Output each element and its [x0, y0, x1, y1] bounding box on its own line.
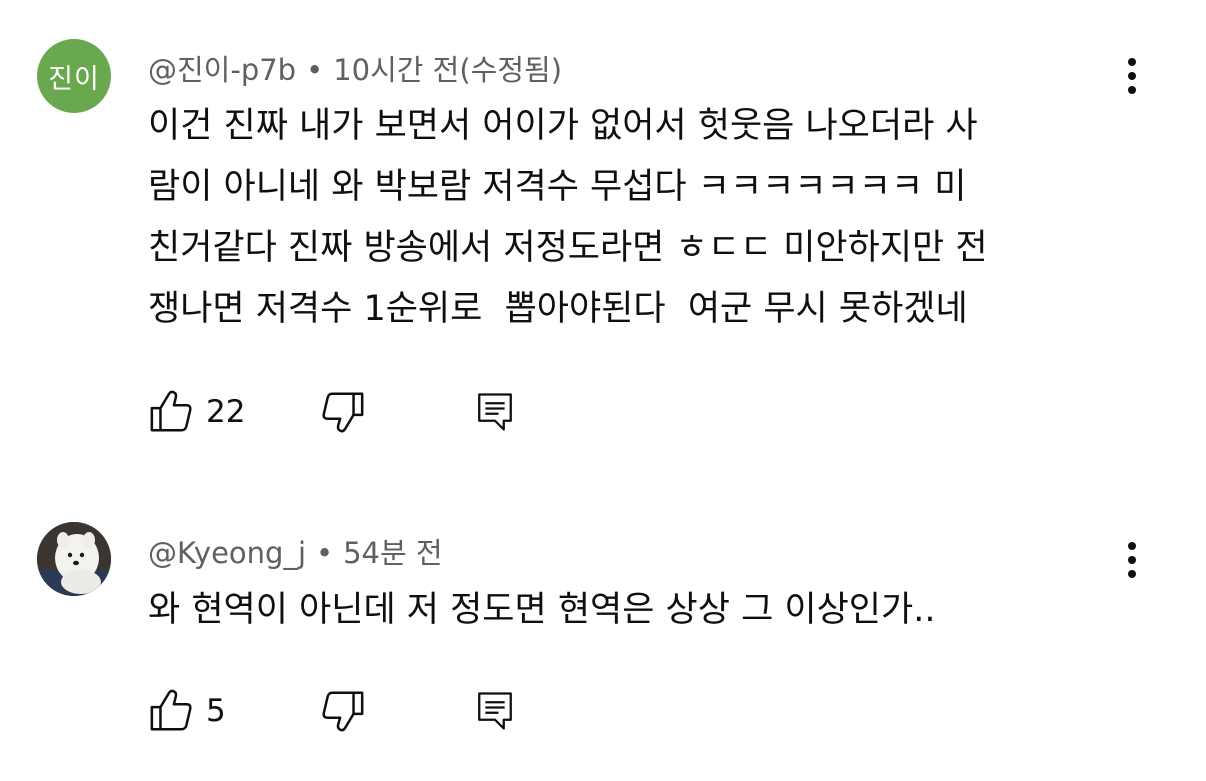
meta-separator: •	[316, 536, 334, 570]
reply-button[interactable]	[474, 685, 516, 737]
more-vertical-icon	[1126, 56, 1138, 96]
reply-button[interactable]	[474, 386, 516, 438]
like-count: 22	[206, 394, 246, 430]
avatar-initials: 진이	[48, 63, 100, 95]
dislike-button[interactable]	[320, 685, 366, 737]
more-options-button[interactable]	[1115, 538, 1149, 582]
avatar[interactable]: 진이	[37, 39, 111, 113]
like-button[interactable]: 5	[148, 685, 226, 737]
comment-meta: @Kyeong_j • 54분 전	[148, 530, 443, 572]
comment-item: 진이 @진이-p7b • 10시간 전(수정됨) 이건 진짜 내가 보면서 어이가 …	[0, 0, 1206, 460]
reply-icon	[474, 389, 516, 435]
avatar[interactable]	[37, 522, 111, 596]
comment-time: 54분 전	[343, 536, 443, 570]
comment-meta: @진이-p7b • 10시간 전(수정됨)	[148, 47, 562, 89]
like-button[interactable]: 22	[148, 386, 245, 438]
more-vertical-icon	[1126, 540, 1138, 580]
dog-avatar-image	[37, 522, 111, 596]
comment-actions: 5	[148, 685, 568, 737]
dislike-button[interactable]	[320, 386, 366, 438]
author-name[interactable]: @Kyeong_j	[148, 536, 306, 570]
thumbs-down-icon	[320, 389, 366, 435]
comment-text: 와 현역이 아닌데 저 정도면 현역은 상상 그 이상인가..	[148, 590, 936, 630]
thumbs-down-icon	[320, 688, 366, 734]
comment-time: 10시간 전(수정됨)	[333, 53, 563, 87]
comment-text: 이건 진짜 내가 보면서 어이가 없어서 헛웃음 나오더라 사 람이 아니네 와…	[148, 106, 988, 329]
author-name[interactable]: @진이-p7b	[148, 53, 296, 87]
thumbs-up-icon	[148, 688, 194, 734]
like-count: 5	[206, 693, 226, 729]
reply-icon	[474, 688, 516, 734]
thumbs-up-icon	[148, 389, 194, 435]
meta-separator: •	[306, 53, 324, 87]
comment-actions: 22	[148, 386, 568, 438]
more-options-button[interactable]	[1115, 54, 1149, 98]
